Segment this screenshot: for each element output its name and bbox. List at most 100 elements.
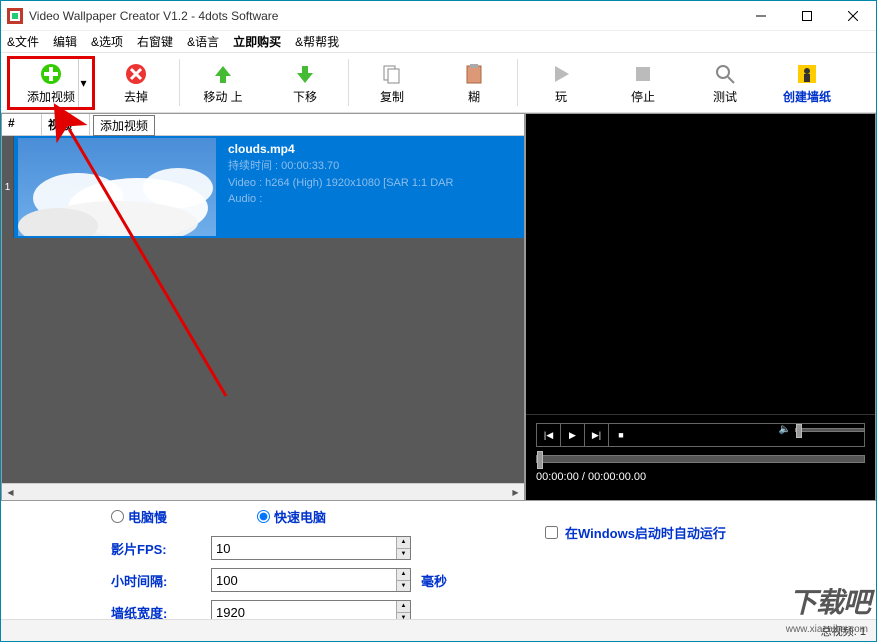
maximize-button[interactable] — [784, 1, 830, 31]
fps-spinner: ▲▼ — [396, 537, 410, 559]
plus-icon — [39, 62, 63, 86]
create-wallpaper-button[interactable]: 创建墙纸 — [766, 56, 848, 110]
test-label: 测试 — [713, 88, 737, 105]
seek-thumb[interactable] — [537, 451, 543, 469]
list-header: # 视频 — [2, 114, 524, 136]
scroll-left-icon[interactable]: ◀ — [2, 484, 19, 500]
play-icon — [549, 62, 573, 86]
remove-label: 去掉 — [124, 88, 148, 105]
paste-button[interactable]: 糊 — [433, 56, 515, 110]
volume-icon[interactable]: 🔈 — [779, 424, 791, 435]
copy-button[interactable]: 复制 — [351, 56, 433, 110]
add-video-button[interactable]: 添加视频 ▾ — [7, 56, 95, 110]
menu-buy[interactable]: 立即购买 — [233, 33, 281, 50]
menu-file[interactable]: &文件 — [7, 33, 39, 50]
video-audio: Audio : — [228, 191, 516, 208]
horizontal-scrollbar[interactable]: ◀ ▶ — [2, 483, 524, 500]
add-video-tooltip: 添加视频 — [93, 115, 155, 136]
paste-label: 糊 — [468, 88, 480, 105]
movedown-button[interactable]: 下移 — [264, 56, 346, 110]
play-button[interactable]: 玩 — [520, 56, 602, 110]
title-bar: Video Wallpaper Creator V1.2 - 4dots Sof… — [1, 1, 876, 31]
wallpaper-icon — [795, 62, 819, 86]
video-filename: clouds.mp4 — [228, 142, 516, 156]
arrow-down-icon — [293, 62, 317, 86]
player-play-button[interactable]: ▶ — [561, 424, 585, 446]
autorun-checkbox[interactable]: 在Windows启动时自动运行 — [541, 523, 726, 542]
video-thumbnail — [18, 138, 216, 236]
video-preview — [526, 114, 875, 414]
watermark-text: 下载吧 — [789, 581, 870, 621]
volume-thumb[interactable] — [796, 424, 802, 438]
menu-rightkey[interactable]: 右窗键 — [137, 33, 173, 50]
add-video-label: 添加视频 — [27, 88, 75, 105]
interval-label: 小时间隔: — [111, 571, 211, 590]
list-body[interactable]: 1 — [2, 136, 524, 483]
radio-fast-label: 快速电脑 — [274, 507, 326, 526]
toolbar-separator — [348, 59, 349, 106]
minimize-button[interactable] — [738, 1, 784, 31]
menu-language[interactable]: &语言 — [187, 33, 219, 50]
menu-options[interactable]: &选项 — [91, 33, 123, 50]
radio-fast-pc[interactable]: 快速电脑 — [257, 507, 326, 526]
row-index: 1 — [2, 136, 14, 238]
moveup-button[interactable]: 移动 上 — [182, 56, 264, 110]
add-video-dropdown[interactable]: ▾ — [78, 59, 88, 107]
search-icon — [713, 62, 737, 86]
create-label: 创建墙纸 — [783, 88, 831, 105]
radio-slow-pc[interactable]: 电脑慢 — [111, 507, 167, 526]
radio-slow-input[interactable] — [111, 510, 124, 523]
window-title: Video Wallpaper Creator V1.2 - 4dots Sof… — [29, 9, 738, 23]
fps-label: 影片FPS: — [111, 539, 211, 558]
volume-slider[interactable] — [795, 428, 865, 432]
spin-up-icon[interactable]: ▲ — [396, 569, 410, 581]
video-codec: Video : h264 (High) 1920x1080 [SAR 1:1 D… — [228, 175, 516, 192]
app-window: Video Wallpaper Creator V1.2 - 4dots Sof… — [0, 0, 877, 642]
player-stop-button[interactable]: ■ — [609, 424, 633, 446]
stop-label: 停止 — [631, 88, 655, 105]
autorun-input[interactable] — [545, 526, 558, 539]
moveup-label: 移动 上 — [203, 88, 242, 105]
seek-slider[interactable] — [536, 455, 865, 463]
menu-edit[interactable]: 编辑 — [53, 33, 77, 50]
fps-input[interactable] — [212, 537, 396, 559]
watermark-url: www.xiazaiba.com — [786, 624, 868, 635]
radio-fast-input[interactable] — [257, 510, 270, 523]
remove-button[interactable]: 去掉 — [95, 56, 177, 110]
interval-input-box: ▲▼ — [211, 568, 411, 592]
arrow-up-icon — [211, 62, 235, 86]
copy-icon — [380, 62, 404, 86]
main-area: # 视频 1 — [1, 113, 876, 501]
interval-input[interactable] — [212, 569, 396, 591]
delete-icon — [124, 62, 148, 86]
copy-label: 复制 — [380, 88, 404, 105]
menu-help[interactable]: &帮帮我 — [295, 33, 339, 50]
col-video[interactable]: 视频 — [42, 114, 90, 135]
video-list-panel: # 视频 1 — [1, 113, 525, 501]
test-button[interactable]: 测试 — [684, 56, 766, 110]
spin-up-icon[interactable]: ▲ — [396, 537, 410, 549]
timecode: 00:00:00 / 00:00:00.00 — [536, 471, 865, 483]
spin-up-icon[interactable]: ▲ — [396, 601, 410, 613]
stop-button[interactable]: 停止 — [602, 56, 684, 110]
preview-panel: |◀ ▶ ▶| ■ 🔈 00:00:00 / 00:00:00.00 — [525, 113, 876, 501]
video-duration: 持续时间 : 00:00:33.70 — [228, 158, 516, 175]
spin-down-icon[interactable]: ▼ — [396, 581, 410, 592]
close-button[interactable] — [830, 1, 876, 31]
scroll-track[interactable] — [19, 484, 507, 500]
player-skip-fwd-button[interactable]: ▶| — [585, 424, 609, 446]
play-label: 玩 — [555, 88, 567, 105]
video-description: clouds.mp4 持续时间 : 00:00:33.70 Video : h2… — [220, 136, 524, 238]
col-index[interactable]: # — [2, 114, 42, 135]
volume-control: 🔈 — [779, 424, 865, 435]
scroll-right-icon[interactable]: ▶ — [507, 484, 524, 500]
spin-down-icon[interactable]: ▼ — [396, 549, 410, 560]
media-player: |◀ ▶ ▶| ■ 🔈 00:00:00 / 00:00:00.00 — [526, 414, 875, 500]
status-bar: 总视频: 1 — [1, 619, 876, 641]
table-row[interactable]: 1 — [2, 136, 524, 238]
interval-unit: 毫秒 — [421, 571, 447, 590]
radio-slow-label: 电脑慢 — [128, 507, 167, 526]
toolbar-separator — [179, 59, 180, 106]
autorun-label: 在Windows启动时自动运行 — [565, 523, 726, 542]
player-skip-back-button[interactable]: |◀ — [537, 424, 561, 446]
